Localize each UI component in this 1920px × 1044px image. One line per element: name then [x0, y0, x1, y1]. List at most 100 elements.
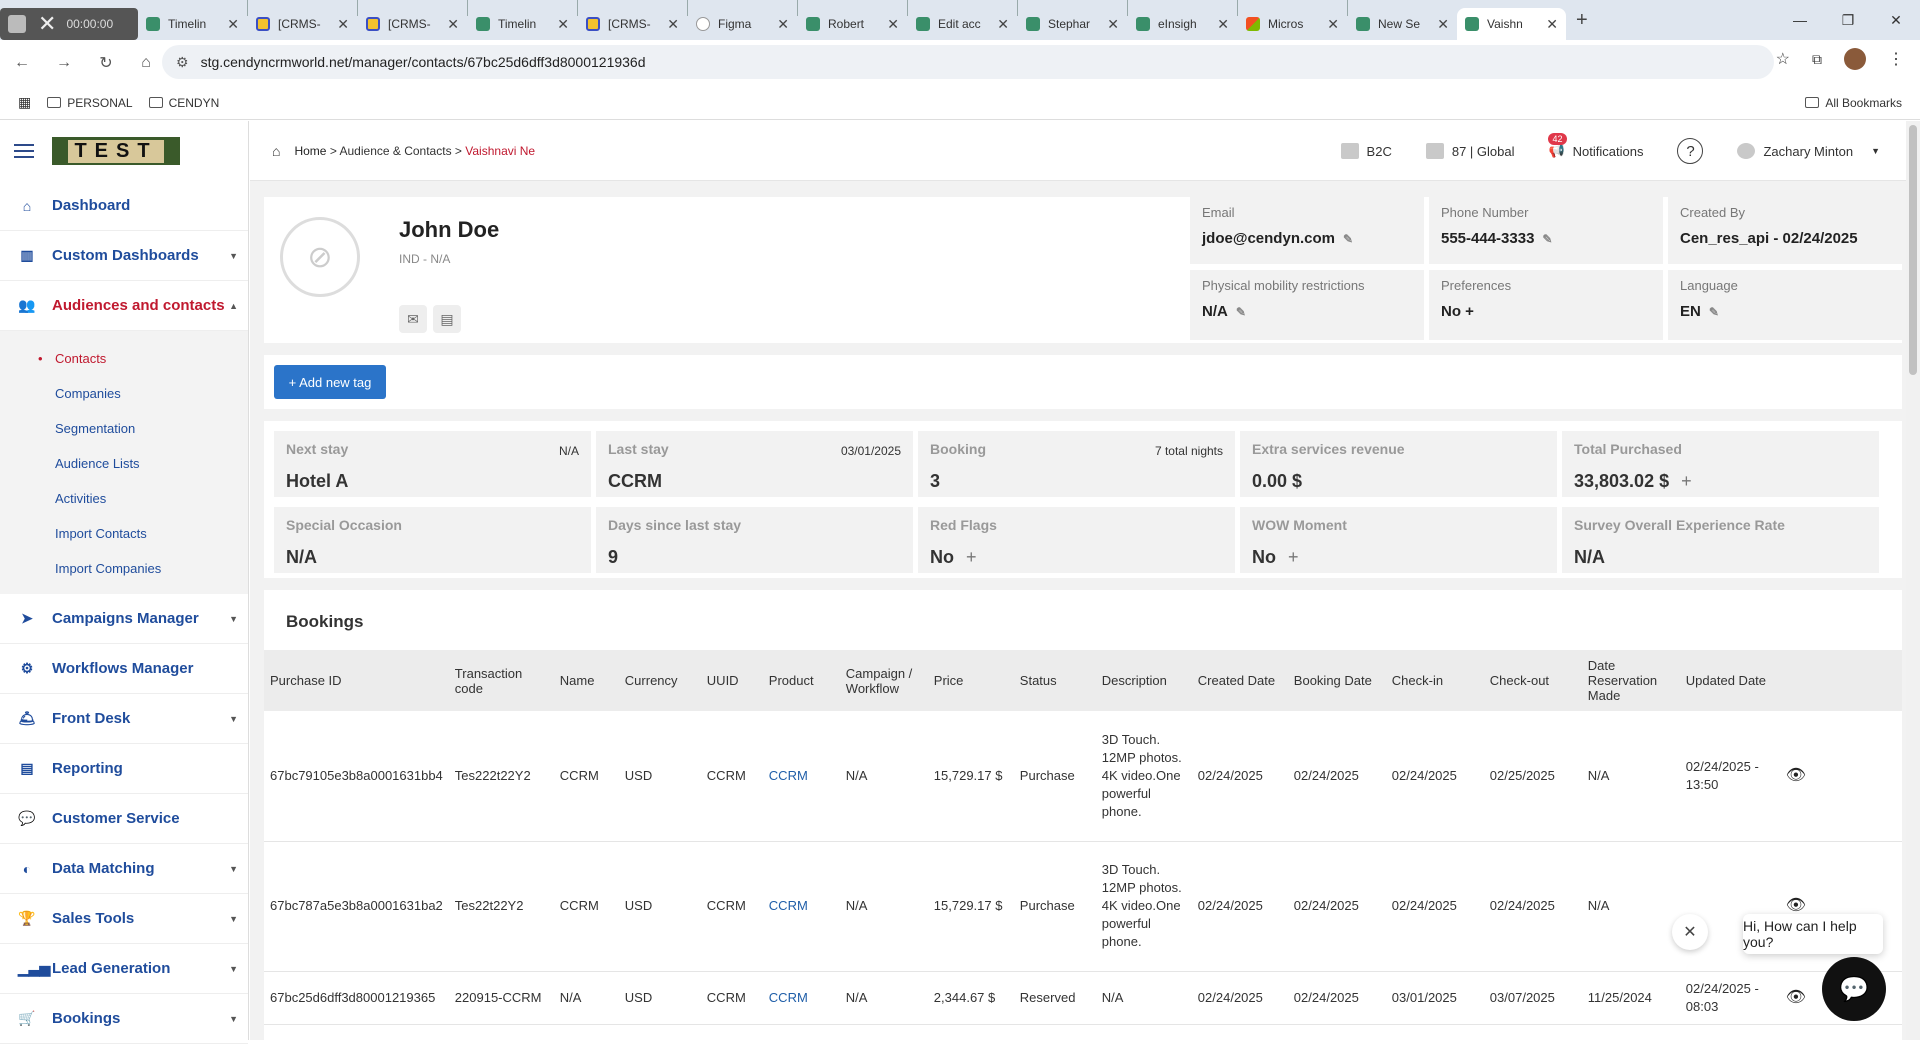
- eye-icon[interactable]: 👁: [1786, 989, 1806, 1006]
- document-icon[interactable]: ▤: [433, 305, 461, 333]
- close-icon[interactable]: ✕: [38, 11, 56, 37]
- stop-icon[interactable]: [8, 15, 26, 33]
- edit-pencil-icon[interactable]: ✎: [1236, 305, 1246, 319]
- browser-tab[interactable]: [CRMS- ✕: [578, 8, 687, 40]
- home-icon[interactable]: ⌂: [272, 143, 280, 159]
- stat-value: No +: [1252, 547, 1545, 568]
- browser-tab[interactable]: Stephar ✕: [1018, 8, 1127, 40]
- sidebar-item-customer-service[interactable]: 💬 Customer Service: [0, 794, 248, 844]
- profile-avatar[interactable]: [1844, 48, 1866, 70]
- recording-tab[interactable]: ✕ 00:00:00: [0, 8, 138, 40]
- close-tab-icon[interactable]: ✕: [777, 16, 789, 33]
- bookmark-star-icon[interactable]: ☆: [1776, 49, 1790, 69]
- close-window-icon[interactable]: ✕: [1872, 12, 1920, 29]
- browser-tab[interactable]: New Se ✕: [1348, 8, 1457, 40]
- subnav-item-segmentation[interactable]: Segmentation: [0, 411, 248, 446]
- edit-pencil-icon[interactable]: ✎: [1709, 305, 1719, 319]
- menu-icon[interactable]: ⋮: [1888, 49, 1904, 69]
- subnav-item-audience-lists[interactable]: Audience Lists: [0, 446, 248, 481]
- eye-icon[interactable]: 👁: [1786, 897, 1806, 914]
- close-tab-icon[interactable]: ✕: [447, 16, 459, 33]
- b2c-switch[interactable]: B2C: [1340, 143, 1392, 159]
- sidebar-item-workflows-manager[interactable]: ⚙ Workflows Manager: [0, 644, 248, 694]
- subnav-item-import-contacts[interactable]: Import Contacts: [0, 516, 248, 551]
- scrollbar[interactable]: [1906, 121, 1920, 1040]
- browser-tab[interactable]: Edit acc ✕: [908, 8, 1017, 40]
- restore-icon[interactable]: ❐: [1824, 12, 1872, 29]
- close-tab-icon[interactable]: ✕: [227, 16, 239, 33]
- chat-prompt[interactable]: Hi, How can I help you?: [1743, 914, 1883, 954]
- site-info-icon[interactable]: ⚙: [176, 54, 189, 71]
- browser-tab[interactable]: Robert ✕: [798, 8, 907, 40]
- extensions-icon[interactable]: ⧉: [1812, 51, 1822, 68]
- close-tab-icon[interactable]: ✕: [667, 16, 679, 33]
- sidebar-item-front-desk[interactable]: 🛎 Front Desk ▼: [0, 694, 248, 744]
- close-tab-icon[interactable]: ✕: [1546, 16, 1558, 33]
- browser-tab[interactable]: Figma ✕: [688, 8, 797, 40]
- subnav-item-activities[interactable]: Activities: [0, 481, 248, 516]
- browser-tab[interactable]: Timelin ✕: [468, 8, 577, 40]
- user-menu[interactable]: Zachary Minton ▼: [1737, 143, 1880, 159]
- subnav-item-import-companies[interactable]: Import Companies: [0, 551, 248, 586]
- close-tab-icon[interactable]: ✕: [557, 16, 569, 33]
- sidebar-item-reporting[interactable]: ▤ Reporting: [0, 744, 248, 794]
- browser-tab[interactable]: [CRMS- ✕: [358, 8, 467, 40]
- plus-icon[interactable]: +: [1288, 547, 1299, 568]
- close-tab-icon[interactable]: ✕: [1107, 16, 1119, 33]
- plus-icon[interactable]: +: [966, 547, 977, 568]
- close-tab-icon[interactable]: ✕: [1327, 16, 1339, 33]
- close-tab-icon[interactable]: ✕: [337, 16, 349, 33]
- new-tab-button[interactable]: +: [1576, 9, 1588, 32]
- address-bar[interactable]: ⚙ stg.cendyncrmworld.net/manager/contact…: [162, 45, 1774, 79]
- sidebar-item-audiences-and-contacts[interactable]: 👥 Audiences and contacts ▲: [0, 281, 248, 331]
- home-browser-icon[interactable]: ⌂: [130, 54, 162, 72]
- minimize-icon[interactable]: —: [1776, 12, 1824, 28]
- close-tab-icon[interactable]: ✕: [887, 16, 899, 33]
- product-link[interactable]: CCRM: [762, 841, 840, 972]
- forward-icon[interactable]: →: [48, 54, 80, 72]
- plus-icon[interactable]: +: [1681, 471, 1692, 492]
- browser-tab[interactable]: Vaishn ✕: [1457, 8, 1566, 40]
- close-tab-icon[interactable]: ✕: [997, 16, 1009, 33]
- subnav-item-companies[interactable]: Companies: [0, 376, 248, 411]
- bookmark-personal[interactable]: PERSONAL: [47, 96, 133, 110]
- browser-tab[interactable]: Micros ✕: [1238, 8, 1347, 40]
- sidebar-item-data-matching[interactable]: ◐ Data Matching ▼: [0, 844, 248, 894]
- all-bookmarks[interactable]: All Bookmarks: [1805, 96, 1902, 110]
- add-new-tag-button[interactable]: + Add new tag: [274, 365, 386, 399]
- logo[interactable]: TEST: [52, 137, 180, 165]
- close-chat-prompt-icon[interactable]: ✕: [1672, 914, 1708, 950]
- product-link[interactable]: CCRM: [762, 971, 840, 1025]
- reload-icon[interactable]: ↻: [90, 53, 122, 73]
- subnav-item-contacts[interactable]: Contacts: [0, 341, 248, 376]
- browser-tab[interactable]: eInsigh ✕: [1128, 8, 1237, 40]
- apps-icon[interactable]: ▦: [18, 94, 31, 111]
- close-tab-icon[interactable]: ✕: [1437, 16, 1449, 33]
- email-icon[interactable]: ✉: [399, 305, 427, 333]
- eye-icon[interactable]: 👁: [1786, 767, 1806, 784]
- chat-launcher-icon[interactable]: 💬: [1822, 957, 1886, 1021]
- browser-tab[interactable]: Timelin ✕: [138, 8, 247, 40]
- sidebar-item-bookings[interactable]: 🛒 Bookings ▼: [0, 994, 248, 1044]
- back-icon[interactable]: ←: [6, 54, 38, 72]
- scrollbar-thumb[interactable]: [1909, 125, 1917, 375]
- property-selector[interactable]: 87 | Global: [1425, 143, 1514, 159]
- breadcrumb-home[interactable]: Home: [294, 144, 326, 158]
- breadcrumb-audience[interactable]: Audience & Contacts: [340, 144, 452, 158]
- sidebar-item-dashboard[interactable]: ⌂ Dashboard: [0, 181, 248, 231]
- hamburger-menu-icon[interactable]: [14, 144, 34, 158]
- row-actions: 👁: [1779, 711, 1902, 842]
- close-tab-icon[interactable]: ✕: [1217, 16, 1229, 33]
- notifications-button[interactable]: 42 📢 Notifications: [1548, 133, 1643, 159]
- edit-pencil-icon[interactable]: ✎: [1542, 232, 1552, 246]
- help-icon[interactable]: ?: [1677, 138, 1704, 164]
- figma-icon: [696, 17, 710, 31]
- sidebar-item-custom-dashboards[interactable]: ▥ Custom Dashboards ▼: [0, 231, 248, 281]
- edit-pencil-icon[interactable]: ✎: [1343, 232, 1353, 246]
- bookmark-cendyn[interactable]: CENDYN: [148, 96, 219, 110]
- product-link[interactable]: CCRM: [762, 711, 840, 842]
- browser-tab[interactable]: [CRMS- ✕: [248, 8, 357, 40]
- sidebar-item-campaigns-manager[interactable]: ➤ Campaigns Manager ▼: [0, 594, 248, 644]
- sidebar-item-lead-generation[interactable]: ▁▃▅ Lead Generation ▼: [0, 944, 248, 994]
- sidebar-item-sales-tools[interactable]: 🏆 Sales Tools ▼: [0, 894, 248, 944]
